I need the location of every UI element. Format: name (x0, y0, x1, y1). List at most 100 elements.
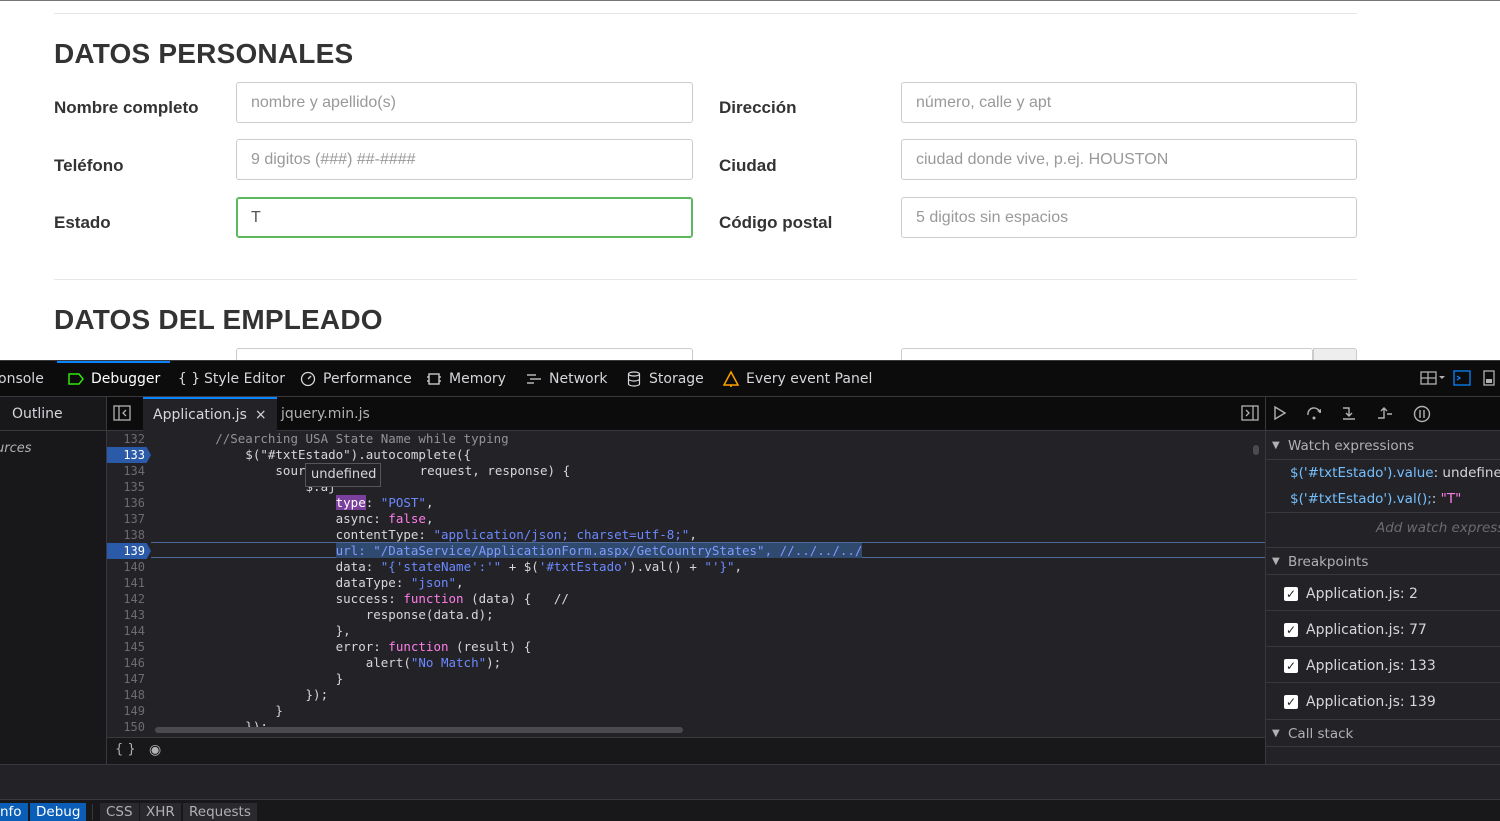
line-number[interactable]: 146 (107, 655, 151, 671)
breakpoint-item[interactable]: ✓ Application.js: 2 (1284, 583, 1418, 605)
tab-storage[interactable]: Storage (625, 361, 704, 397)
call-stack-header[interactable]: ▼ Call stack (1266, 719, 1500, 747)
watch-expression-2[interactable]: $('#txtEstado').val();: "T" (1290, 487, 1461, 511)
filter-info-button[interactable]: nfo (0, 803, 28, 821)
line-number[interactable]: 134 (107, 463, 151, 479)
estado-input[interactable] (236, 197, 693, 238)
tab-style-editor[interactable]: { } Style Editor (178, 361, 285, 397)
line-number[interactable]: 147 (107, 671, 151, 687)
line-number[interactable]: 148 (107, 687, 151, 703)
line-number[interactable]: 143 (107, 607, 151, 623)
memory-chip-icon (425, 370, 443, 388)
tab-memory-label: Memory (449, 371, 506, 387)
filter-css-button[interactable]: CSS (100, 803, 139, 821)
telefono-input[interactable] (236, 139, 693, 180)
code-token: $("#txtEstado") (155, 447, 359, 462)
code-string: "No Match" (410, 655, 487, 670)
editor-tab-jquery[interactable]: jquery.min.js (271, 397, 380, 431)
code-line-137: async: false, (155, 511, 434, 527)
tab-console-label: onsole (0, 371, 44, 387)
filter-xhr-button[interactable]: XHR (140, 803, 181, 821)
editor-tab-label: Application.js (153, 407, 247, 423)
filter-requests-button[interactable]: Requests (183, 803, 257, 821)
breakpoint-line-number[interactable]: 133 (107, 447, 151, 463)
pause-on-exceptions-icon[interactable] (1413, 405, 1431, 423)
outline-tab[interactable]: Outline (0, 397, 107, 431)
sources-label[interactable]: urces (0, 441, 32, 456)
empleado-input-partial-2[interactable] (901, 348, 1313, 360)
nombre-input[interactable] (236, 82, 693, 123)
direccion-input[interactable] (901, 82, 1357, 123)
step-out-icon[interactable] (1376, 405, 1394, 423)
line-number[interactable]: 145 (107, 639, 151, 655)
tab-performance[interactable]: Performance (299, 361, 412, 397)
editor-tab-application-js[interactable]: Application.js × (143, 397, 277, 431)
line-number[interactable]: 138 (107, 527, 151, 543)
debugger-sidebar: ▼ Watch expressions $('#txtEstado').value… (1265, 397, 1500, 764)
toggle-sources-icon[interactable] (113, 405, 133, 423)
code-string: "'}" (704, 559, 735, 574)
line-number[interactable]: 136 (107, 495, 151, 511)
codigo-postal-input[interactable] (901, 197, 1357, 238)
breakpoint-item[interactable]: ✓ Application.js: 139 (1284, 691, 1436, 713)
checkbox-checked-icon[interactable]: ✓ (1284, 659, 1298, 673)
add-watch-expression-input[interactable]: Add watch expressio (1376, 516, 1500, 540)
watch-expression-1[interactable]: $('#txtEstado').value: undefined (1290, 461, 1500, 485)
line-number[interactable]: 135 (107, 479, 151, 495)
debugger-icon (67, 370, 85, 388)
dock-options-icon[interactable] (1420, 370, 1446, 388)
code-token: dataType: (155, 575, 411, 590)
checkbox-checked-icon[interactable]: ✓ (1284, 587, 1298, 601)
code-editor[interactable]: 132 133 134 135 136 137 138 139 140 141 142 143 144 1… (107, 431, 1265, 737)
eye-icon[interactable]: ◉ (149, 742, 161, 758)
horizontal-scrollbar[interactable] (155, 727, 683, 733)
breakpoint-item[interactable]: ✓ Application.js: 77 (1284, 619, 1427, 641)
tab-network-label: Network (549, 371, 608, 387)
empleado-input-partial[interactable] (236, 348, 693, 360)
line-number[interactable]: 140 (107, 559, 151, 575)
resume-icon[interactable] (1271, 405, 1289, 423)
line-number[interactable]: 137 (107, 511, 151, 527)
pretty-print-icon[interactable]: { } (115, 742, 136, 757)
tab-every-event-panel[interactable]: Every event Panel (722, 361, 872, 397)
code-token: , (425, 511, 434, 526)
code-token: , (734, 559, 743, 574)
code-keyword: function (388, 639, 449, 654)
tab-memory[interactable]: Memory (425, 361, 506, 397)
line-number[interactable]: 142 (107, 591, 151, 607)
vertical-scrollbar[interactable] (1253, 445, 1259, 455)
tab-network[interactable]: Network (525, 361, 607, 397)
breakpoint-item[interactable]: ✓ Application.js: 133 (1284, 655, 1436, 677)
code-line-148: }); (155, 687, 329, 703)
watch-expressions-header[interactable]: ▼ Watch expressions (1266, 432, 1500, 460)
tab-console[interactable]: onsole (0, 361, 44, 397)
close-icon[interactable]: × (255, 407, 267, 423)
line-number[interactable]: 149 (107, 703, 151, 719)
responsive-icon[interactable] (1482, 370, 1496, 388)
code-line-139: url: "/DataService/ApplicationForm.aspx/… (155, 543, 863, 559)
code-token: } (155, 703, 283, 718)
line-number[interactable]: 144 (107, 623, 151, 639)
checkbox-checked-icon[interactable]: ✓ (1284, 623, 1298, 637)
line-number-gutter[interactable]: 132 133 134 135 136 137 138 139 140 141 142 143 144 1… (107, 431, 151, 737)
ciudad-input[interactable] (901, 139, 1357, 180)
outline-pane: Outline urces (0, 397, 107, 764)
filter-debug-button[interactable]: Debug (30, 803, 87, 821)
input-addon-partial[interactable] (1313, 348, 1357, 360)
step-over-icon[interactable] (1306, 405, 1324, 423)
code-line-132: //Searching USA State Name while typing (155, 431, 509, 447)
tab-debugger[interactable]: Debugger (57, 361, 171, 397)
step-in-icon[interactable] (1341, 405, 1359, 423)
breakpoints-header[interactable]: ▼ Breakpoints (1266, 547, 1500, 575)
line-number[interactable]: 141 (107, 575, 151, 591)
breakpoint-line-number[interactable]: 139 (107, 543, 151, 559)
divider (1266, 682, 1500, 683)
line-number[interactable]: 132 (107, 431, 151, 447)
checkbox-checked-icon[interactable]: ✓ (1284, 695, 1298, 709)
toggle-sidebar-icon[interactable] (1241, 405, 1261, 423)
code-line-141: dataType: "json", (155, 575, 464, 591)
console-input-area[interactable] (0, 764, 1500, 800)
split-console-icon[interactable] (1452, 370, 1472, 388)
line-number[interactable]: 150 (107, 719, 151, 735)
